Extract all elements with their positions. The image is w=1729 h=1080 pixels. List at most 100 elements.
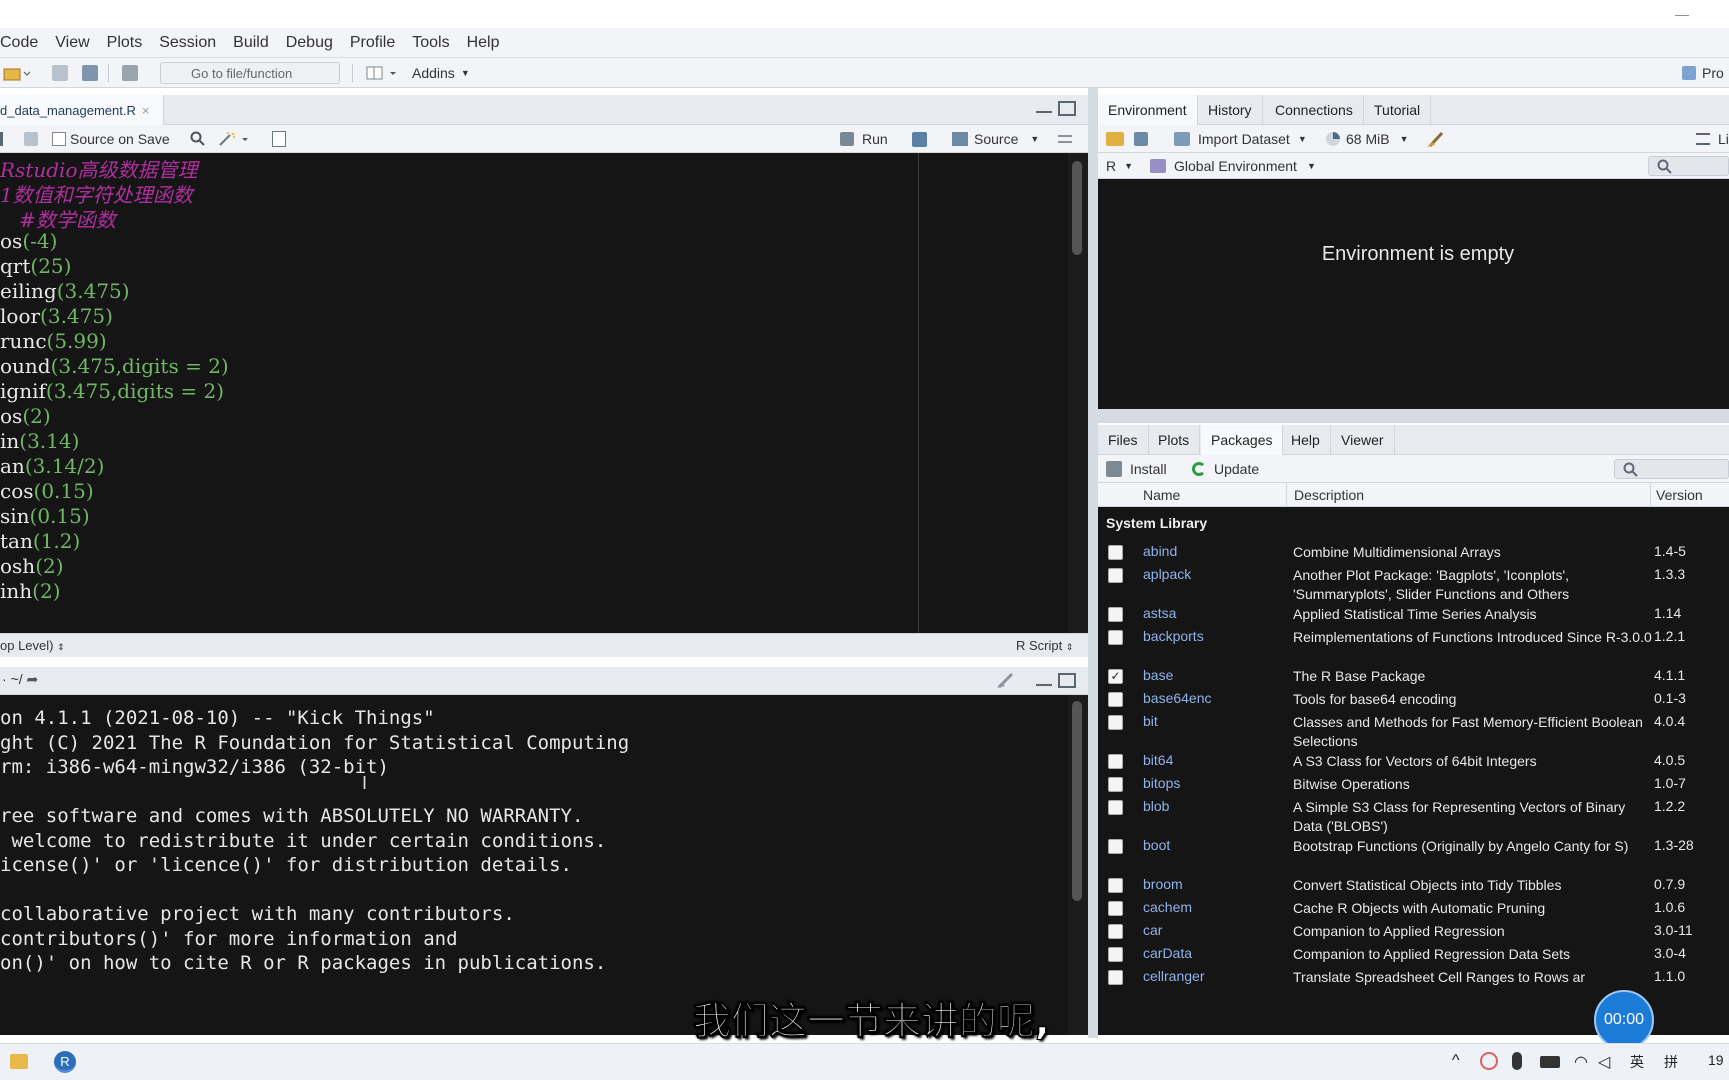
workspace-panes-icon[interactable] [366,58,400,88]
console-scrollbar[interactable] [1068,695,1088,1035]
package-row[interactable]: astsa Applied Statistical Time Series Ana… [1098,605,1729,628]
package-name-link[interactable]: backports [1143,628,1204,644]
package-row[interactable]: ✓ base The R Base Package 4.1.1 [1098,667,1729,690]
rstudio-icon[interactable]: R [54,1051,76,1073]
console-scroll-thumb[interactable] [1072,701,1082,901]
tab-viewer[interactable]: Viewer [1331,425,1395,455]
menu-build[interactable]: Build [233,34,269,52]
package-load-checkbox[interactable] [1108,924,1123,939]
column-header-name[interactable]: Name [1143,487,1180,503]
package-load-checkbox[interactable] [1108,692,1123,707]
package-name-link[interactable]: broom [1143,876,1183,892]
tab-plots[interactable]: Plots [1148,425,1201,455]
column-header-description[interactable]: Description [1294,487,1364,503]
menu-code[interactable]: Code [0,34,38,52]
package-name-link[interactable]: base [1143,667,1173,683]
save-all-icon[interactable] [82,58,98,88]
menu-plots[interactable]: Plots [107,34,143,52]
microphone-icon[interactable] [1512,1052,1522,1070]
tray-app-icon[interactable] [1480,1052,1498,1070]
package-row[interactable]: broom Convert Statistical Objects into Ti… [1098,876,1729,899]
package-row[interactable]: bitops Bitwise Operations 1.0-7 [1098,775,1729,798]
package-name-link[interactable]: car [1143,922,1162,938]
go-to-dir-icon[interactable]: ➦ [27,671,39,687]
find-icon[interactable] [190,125,206,153]
package-name-link[interactable]: astsa [1143,605,1176,621]
update-button[interactable]: Update [1192,455,1259,483]
package-load-checkbox[interactable] [1108,630,1123,645]
package-name-link[interactable]: abind [1143,543,1177,559]
menu-tools[interactable]: Tools [412,34,449,52]
file-explorer-icon[interactable] [10,1054,28,1069]
package-load-checkbox[interactable] [1108,568,1123,583]
tab-history[interactable]: History [1198,95,1263,125]
package-load-checkbox[interactable] [1108,947,1123,962]
project-menu[interactable]: Pro [1682,58,1724,88]
package-row[interactable]: bit64 A S3 Class for Vectors of 64bit Int… [1098,752,1729,775]
package-name-link[interactable]: base64enc [1143,690,1212,706]
package-row[interactable]: base64enc Tools for base64 encoding 0.1-3 [1098,690,1729,713]
language-select[interactable]: R ▼ [1106,153,1133,179]
package-name-link[interactable]: bit64 [1143,752,1173,768]
tab-help[interactable]: Help [1281,425,1331,455]
scope-indicator[interactable]: op Level) ⇕ [0,638,65,653]
ime-pinyin-indicator[interactable]: 拼 [1664,1052,1678,1072]
package-row[interactable]: backports Reimplementations of Functions … [1098,628,1729,667]
package-row[interactable]: cellranger Translate Spreadsheet Cell Ran… [1098,968,1729,991]
menu-session[interactable]: Session [159,34,216,52]
console[interactable]: on 4.1.1 (2021-08-10) -- "Kick Things" gh… [0,695,1088,1035]
package-load-checkbox[interactable] [1108,754,1123,769]
package-load-checkbox[interactable] [1108,800,1123,815]
file-type-indicator[interactable]: R Script ⇕ [1016,638,1073,653]
chevron-down-icon[interactable]: ▼ [1030,134,1039,144]
package-row[interactable]: abind Combine Multidimensional Arrays 1.4-… [1098,543,1729,566]
package-name-link[interactable]: cachem [1143,899,1192,915]
package-row[interactable]: carData Companion to Applied Regression D… [1098,945,1729,968]
package-load-checkbox[interactable]: ✓ [1108,669,1123,684]
compile-report-icon[interactable] [272,125,286,153]
go-to-file-input[interactable]: Go to file/function [160,62,340,84]
package-load-checkbox[interactable] [1108,901,1123,916]
package-load-checkbox[interactable] [1108,839,1123,854]
minimize-pane-icon[interactable] [1036,103,1052,113]
addins-menu[interactable]: Addins ▼ [412,58,470,88]
wifi-icon[interactable]: ◠ [1574,1052,1588,1072]
menu-help[interactable]: Help [467,34,500,52]
tab-files[interactable]: Files [1098,425,1149,455]
volume-icon[interactable]: ◁ [1598,1052,1610,1072]
editor-scroll-thumb[interactable] [1072,161,1082,255]
menu-view[interactable]: View [55,34,89,52]
source-on-save-checkbox[interactable] [52,132,66,146]
clear-workspace-icon[interactable] [1426,125,1446,153]
memory-usage-button[interactable]: 68 MiB ▼ [1326,125,1409,153]
clear-console-icon[interactable] [996,671,1018,692]
editor-save-icon[interactable] [24,125,38,153]
file-tab[interactable]: d_data_management.R × [0,95,164,125]
save-icon[interactable] [52,58,68,88]
package-name-link[interactable]: boot [1143,837,1170,853]
import-dataset-button[interactable]: Import Dataset ▼ [1174,125,1307,153]
pane-splitter[interactable] [1088,88,1098,1038]
install-button[interactable]: Install [1106,455,1167,483]
environment-search-input[interactable] [1648,156,1729,176]
package-row[interactable]: bit Classes and Methods for Fast Memory-E… [1098,713,1729,752]
package-load-checkbox[interactable] [1108,878,1123,893]
package-name-link[interactable]: carData [1143,945,1192,961]
back-icon[interactable] [0,125,3,153]
package-load-checkbox[interactable] [1108,777,1123,792]
tab-packages[interactable]: Packages [1201,425,1284,455]
package-load-checkbox[interactable] [1108,607,1123,622]
menu-profile[interactable]: Profile [350,34,395,52]
maximize-pane-icon[interactable] [1058,101,1076,116]
save-workspace-icon[interactable] [1134,125,1148,153]
package-row[interactable]: boot Bootstrap Functions (Originally by A… [1098,837,1729,876]
packages-search-input[interactable] [1614,459,1729,479]
package-name-link[interactable]: aplpack [1143,566,1191,582]
editor-scrollbar[interactable] [1068,153,1088,633]
battery-icon[interactable] [1540,1056,1560,1068]
package-load-checkbox[interactable] [1108,715,1123,730]
open-file-icon[interactable] [2,58,30,88]
tab-environment[interactable]: Environment [1098,95,1198,125]
load-workspace-icon[interactable] [1106,125,1124,153]
package-row[interactable]: blob A Simple S3 Class for Representing V… [1098,798,1729,837]
